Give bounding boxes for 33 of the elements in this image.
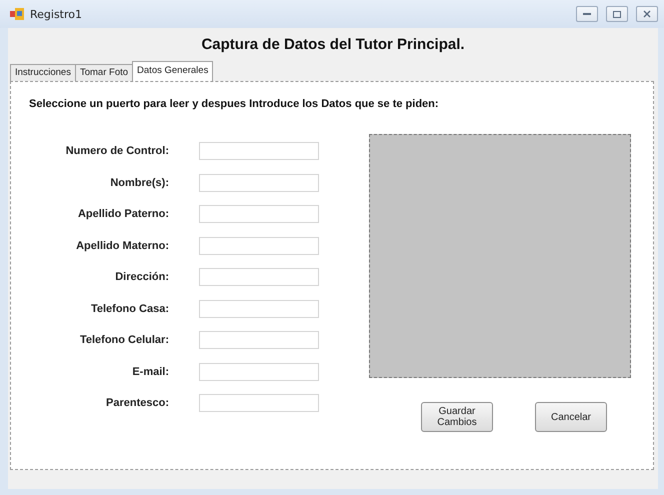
tab[interactable]: Datos Generales xyxy=(132,61,214,81)
close-icon xyxy=(643,10,651,18)
input-field[interactable] xyxy=(199,142,319,160)
maximize-button[interactable] xyxy=(606,6,628,22)
input-field[interactable] xyxy=(199,268,319,286)
input-field[interactable] xyxy=(199,331,319,349)
minimize-icon xyxy=(583,12,591,16)
field-label: Apellido Materno: xyxy=(75,240,169,252)
input-field[interactable] xyxy=(199,174,319,192)
tab[interactable]: Tomar Foto xyxy=(74,64,134,81)
field-label: Apellido Paterno: xyxy=(76,208,169,220)
tab[interactable]: Instrucciones xyxy=(10,64,76,81)
field-label: Nombre(s): xyxy=(109,176,169,188)
input-field[interactable] xyxy=(199,205,319,223)
input-field[interactable] xyxy=(199,300,319,318)
field-label: Numero de Control: xyxy=(64,145,169,157)
input-field[interactable] xyxy=(199,236,319,254)
input-field[interactable] xyxy=(199,362,319,380)
close-button[interactable] xyxy=(636,6,658,22)
field-label: Parentesco: xyxy=(105,397,169,409)
instruction-text: Seleccione un puerto para leer y despues Introduce los Datos que se te piden: xyxy=(29,98,440,110)
app-icon xyxy=(10,8,24,20)
input-field[interactable] xyxy=(199,394,319,412)
field-label: Telefono Casa: xyxy=(90,302,169,314)
window-title: Registro1 xyxy=(30,8,84,20)
field-label: Telefono Celular: xyxy=(78,334,169,346)
field-label: Dirección: xyxy=(114,271,169,283)
field-label: E-mail: xyxy=(131,366,169,378)
save-button[interactable]: Guardar Cambios xyxy=(421,402,493,432)
minimize-button[interactable] xyxy=(576,6,598,22)
maximize-icon xyxy=(613,10,621,18)
form-heading: Captura de Datos del Tutor Principal. xyxy=(200,35,466,55)
cancel-button[interactable]: Cancelar xyxy=(535,402,607,432)
